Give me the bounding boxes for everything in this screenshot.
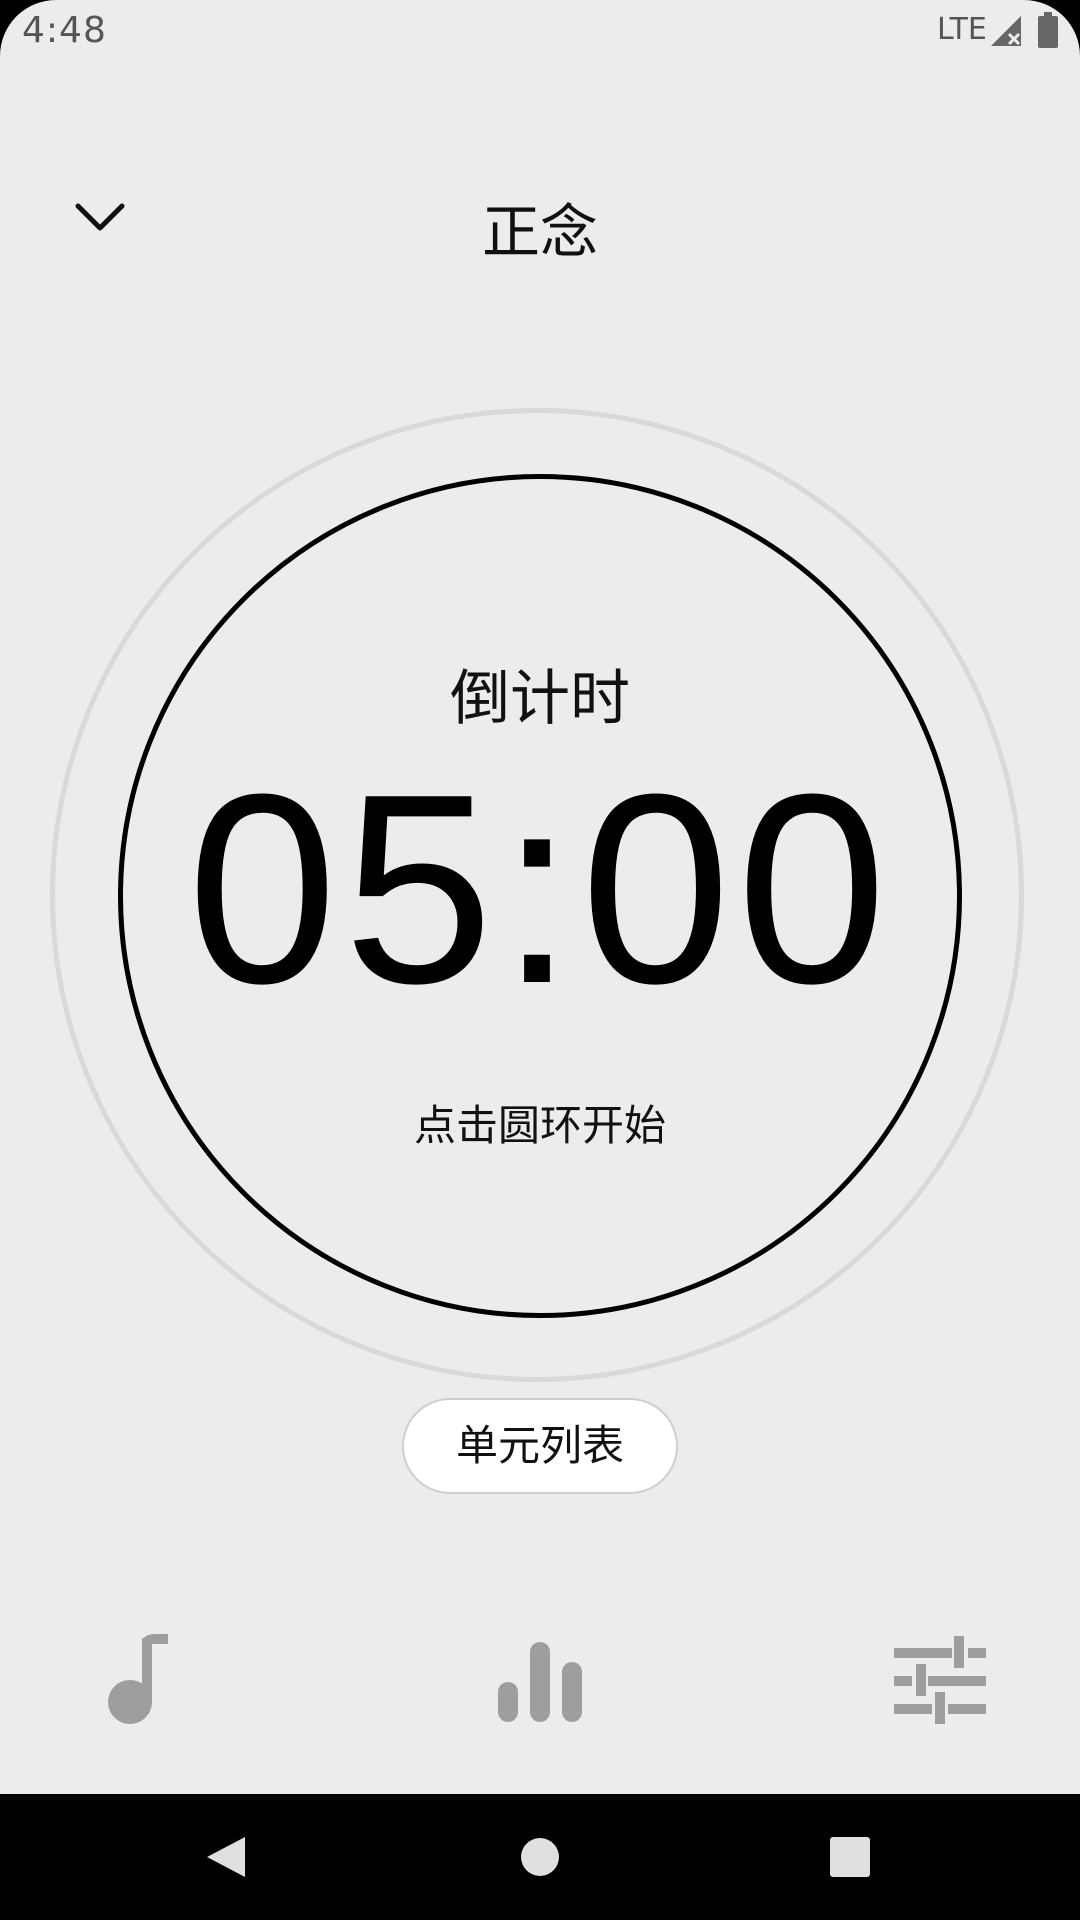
status-bar: 4:48 LTE: [0, 0, 1080, 64]
navigation-bar: [0, 1794, 1080, 1920]
music-note-icon[interactable]: [80, 1620, 200, 1740]
page-title: 正念: [481, 198, 598, 266]
bottom-toolbar: [0, 1620, 1080, 1750]
signal-icon: [991, 16, 1021, 46]
unit-list-button[interactable]: 单元列表: [402, 1398, 678, 1494]
recents-square-icon[interactable]: [810, 1817, 890, 1897]
status-time: 4:48: [22, 10, 107, 51]
network-type: LTE: [937, 12, 987, 47]
back-triangle-icon[interactable]: [185, 1817, 265, 1897]
battery-icon: [1038, 12, 1058, 48]
timer-label: 倒计时: [450, 664, 630, 734]
sliders-icon[interactable]: [880, 1620, 1000, 1740]
timer-hint: 点击圆环开始: [413, 1101, 666, 1150]
app-screen: 4:48 LTE 正念 倒计时 05:00 点击圆环开始 单元列表: [0, 0, 1080, 1794]
timer-dial: 倒计时 05:00 点击圆环开始: [0, 400, 1080, 1400]
bar-chart-icon[interactable]: [480, 1620, 600, 1740]
timer-value: 05:00: [187, 739, 893, 1040]
home-circle-icon[interactable]: [500, 1817, 580, 1897]
